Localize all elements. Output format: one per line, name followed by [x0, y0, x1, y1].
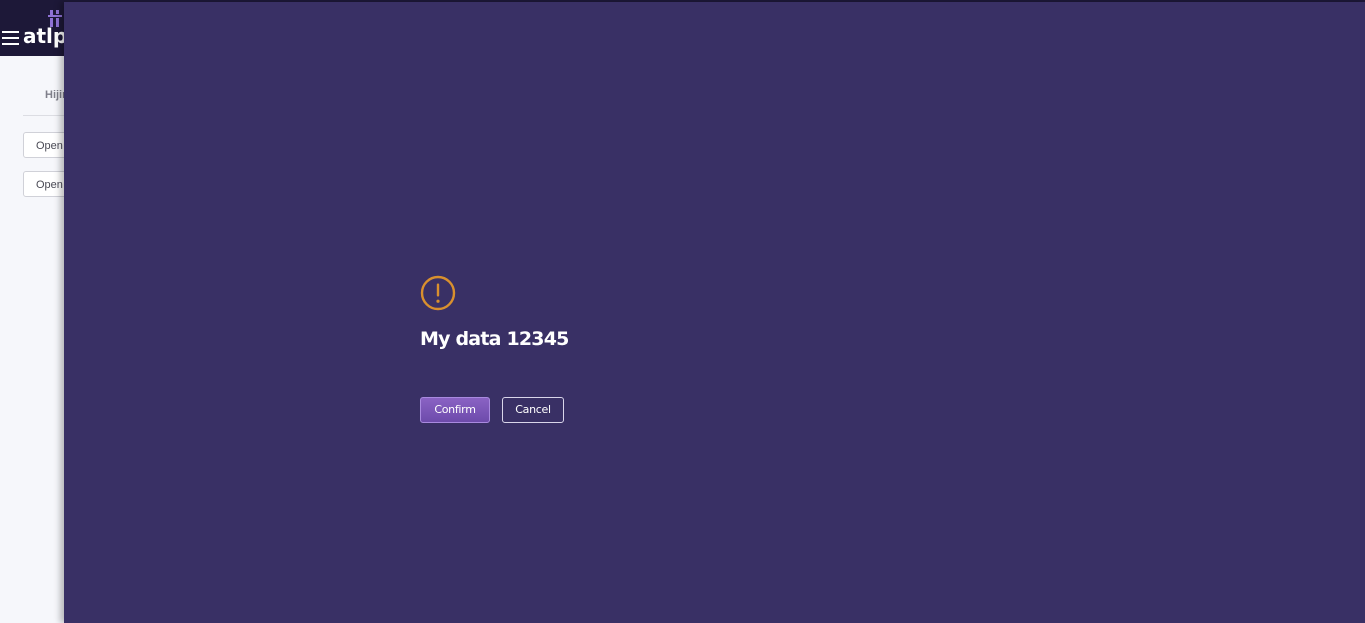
dialog-title: My data 12345 [420, 328, 569, 350]
confirm-button[interactable]: Confirm [420, 397, 490, 423]
dialog-actions: Confirm Cancel [420, 397, 564, 423]
exclamation-circle-icon [420, 275, 456, 311]
hamburger-menu-icon[interactable] [2, 31, 19, 45]
app-logo[interactable]: atlp [23, 24, 67, 48]
screen: atlp Hijir Open Open My data 12345 Confi… [0, 0, 1365, 623]
cancel-button[interactable]: Cancel [502, 397, 564, 423]
overlay-panel: My data 12345 Confirm Cancel [64, 2, 1365, 623]
confirmation-dialog: My data 12345 Confirm Cancel [420, 274, 820, 434]
